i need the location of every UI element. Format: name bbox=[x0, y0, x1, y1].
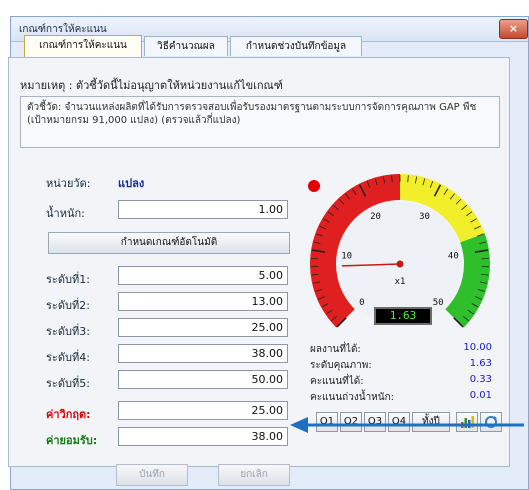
gauge-multiplier: x1 bbox=[395, 277, 406, 287]
note-text: หมายเหตุ : ตัวชี้วัดนี้ไม่อนุญาตให้หน่วย… bbox=[20, 79, 283, 92]
level-3-field[interactable]: 25.00 bbox=[118, 318, 288, 337]
gauge-display: 1.63 bbox=[374, 307, 432, 325]
status-dot bbox=[308, 180, 320, 192]
cancel-button[interactable]: ยกเลิก bbox=[218, 464, 290, 486]
level-4-field[interactable]: 38.00 bbox=[118, 344, 288, 363]
stat-quality-level-label: ระดับคุณภาพ: bbox=[310, 360, 372, 371]
level-2-field[interactable]: 13.00 bbox=[118, 292, 288, 311]
stat-weighted-score-label: คะแนนถ่วงน้ำหนัก: bbox=[310, 392, 395, 403]
stat-score: คะแนนที่ได้: 0.33 bbox=[310, 374, 500, 388]
stat-score-label: คะแนนที่ได้: bbox=[310, 376, 364, 387]
tab-calculation[interactable]: วิธีคำนวณผล bbox=[144, 36, 228, 56]
stat-weighted-score-value: 0.01 bbox=[469, 390, 492, 401]
gauge-hub bbox=[396, 260, 404, 268]
gauge-tick-label-10: 10 bbox=[341, 252, 352, 262]
tab-criteria[interactable]: เกณฑ์การให้คะแนน bbox=[24, 35, 142, 57]
gauge-tick-label-40: 40 bbox=[448, 252, 459, 262]
stat-result-value: 10.00 bbox=[463, 342, 492, 353]
pointer-arrow-icon bbox=[290, 417, 524, 433]
acceptable-field[interactable]: 38.00 bbox=[118, 427, 288, 446]
stat-quality-level-value: 1.63 bbox=[469, 358, 492, 369]
gauge-tick-label-30: 30 bbox=[419, 212, 430, 222]
level-2-label: ระดับที่2: bbox=[46, 299, 90, 312]
save-button[interactable]: บันทึก bbox=[116, 464, 188, 486]
unit-label: หน่วยวัด: bbox=[46, 177, 91, 190]
weight-field[interactable]: 1.00 bbox=[118, 200, 288, 219]
critical-label: ค่าวิกฤต: bbox=[46, 408, 91, 421]
indicator-description: ตัวชี้วัด: จำนวนแหล่งผลิตที่ได้รับการตรว… bbox=[20, 96, 500, 148]
stat-result-label: ผลงานที่ได้: bbox=[310, 344, 361, 355]
level-3-label: ระดับที่3: bbox=[46, 325, 90, 338]
level-1-label: ระดับที่1: bbox=[46, 273, 90, 286]
gauge-tick-label-50: 50 bbox=[433, 298, 444, 308]
stat-quality-level: ระดับคุณภาพ: 1.63 bbox=[310, 358, 500, 372]
level-4-label: ระดับที่4: bbox=[46, 351, 90, 364]
close-button[interactable]: × bbox=[499, 19, 528, 39]
gauge-tick-label-0: 0 bbox=[359, 298, 364, 308]
critical-field[interactable]: 25.00 bbox=[118, 401, 288, 420]
gauge-tick-label-20: 20 bbox=[370, 212, 381, 222]
gauge-meter: 0 10 20 30 40 50 x1 bbox=[308, 174, 490, 328]
unit-value: แปลง bbox=[118, 177, 145, 190]
level-5-label: ระดับที่5: bbox=[46, 377, 90, 390]
tab-record-period[interactable]: กำหนดช่วงบันทึกข้อมูล bbox=[230, 36, 362, 56]
acceptable-label: ค่ายอมรับ: bbox=[46, 434, 98, 447]
stat-score-value: 0.33 bbox=[469, 374, 492, 385]
level-1-field[interactable]: 5.00 bbox=[118, 266, 288, 285]
stat-weighted-score: คะแนนถ่วงน้ำหนัก: 0.01 bbox=[310, 390, 500, 404]
level-5-field[interactable]: 50.00 bbox=[118, 370, 288, 389]
auto-criteria-button[interactable]: กำหนดเกณฑ์อัตโนมัติ bbox=[48, 232, 290, 254]
stat-result: ผลงานที่ได้: 10.00 bbox=[310, 342, 500, 356]
weight-label: น้ำหนัก: bbox=[46, 207, 85, 220]
